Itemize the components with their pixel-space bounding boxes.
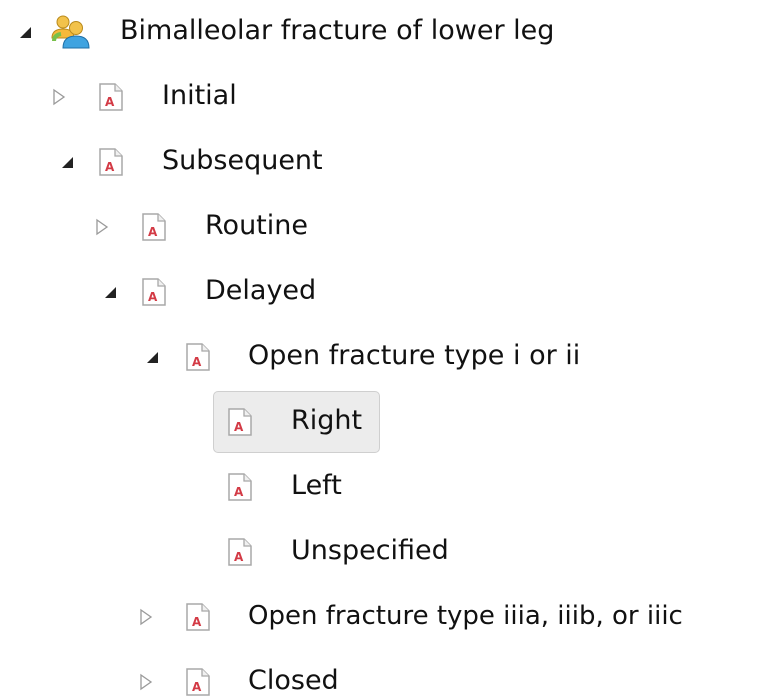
document-a-icon: A xyxy=(226,408,254,436)
tree-node-label: Open fracture type i or ii xyxy=(248,340,581,371)
tree-node-delayed[interactable]: A Delayed xyxy=(0,266,700,318)
svg-text:A: A xyxy=(192,615,202,629)
expanded-arrow-icon[interactable] xyxy=(101,283,119,301)
tree-node-routine[interactable]: A Routine xyxy=(0,201,700,253)
document-a-icon: A xyxy=(184,343,212,371)
tree-node-label: Right xyxy=(291,405,363,436)
svg-text:A: A xyxy=(105,95,115,109)
tree-node-label: Bimalleolar fracture of lower leg xyxy=(120,15,555,46)
svg-text:A: A xyxy=(148,225,158,239)
tree-node-label: Left xyxy=(291,470,342,501)
document-a-icon: A xyxy=(97,148,125,176)
document-a-icon: A xyxy=(184,668,212,696)
document-a-icon: A xyxy=(97,83,125,111)
tree-node-unspecified[interactable]: A Unspecified xyxy=(0,526,700,578)
document-a-icon: A xyxy=(226,538,254,566)
tree-view: Bimalleolar fracture of lower leg A Init… xyxy=(0,0,780,699)
document-a-icon: A xyxy=(226,473,254,501)
svg-text:A: A xyxy=(234,550,244,564)
collapsed-arrow-icon[interactable] xyxy=(137,673,155,691)
tree-node-label: Open fracture type iiia, iiib, or iiic xyxy=(248,601,683,631)
tree-node-label: Initial xyxy=(162,80,237,111)
expanded-arrow-icon[interactable] xyxy=(58,153,76,171)
collapsed-arrow-icon[interactable] xyxy=(50,88,68,106)
svg-text:A: A xyxy=(192,355,202,369)
expanded-arrow-icon[interactable] xyxy=(16,23,34,41)
svg-text:A: A xyxy=(234,485,244,499)
tree-node-label: Routine xyxy=(205,210,308,241)
expanded-arrow-icon[interactable] xyxy=(143,348,161,366)
collapsed-arrow-icon[interactable] xyxy=(93,218,111,236)
tree-node-root[interactable]: Bimalleolar fracture of lower leg xyxy=(0,6,700,58)
tree-node-label: Closed xyxy=(248,665,339,696)
tree-node-closed[interactable]: A Closed xyxy=(0,656,700,699)
document-a-icon: A xyxy=(184,603,212,631)
tree-node-right[interactable]: A Right xyxy=(0,396,700,448)
tree-node-left[interactable]: A Left xyxy=(0,461,700,513)
svg-text:A: A xyxy=(105,160,115,174)
tree-node-open-fracture-i-ii[interactable]: A Open fracture type i or ii xyxy=(0,331,700,383)
user-group-icon xyxy=(50,14,90,50)
svg-text:A: A xyxy=(192,680,202,694)
svg-text:A: A xyxy=(148,290,158,304)
tree-node-open-fracture-iii[interactable]: A Open fracture type iiia, iiib, or iiic xyxy=(0,591,780,643)
tree-node-label: Unspecified xyxy=(291,535,449,566)
tree-node-label: Subsequent xyxy=(162,145,323,176)
tree-node-subsequent[interactable]: A Subsequent xyxy=(0,136,700,188)
document-a-icon: A xyxy=(140,278,168,306)
document-a-icon: A xyxy=(140,213,168,241)
collapsed-arrow-icon[interactable] xyxy=(137,608,155,626)
svg-text:A: A xyxy=(234,420,244,434)
tree-node-initial[interactable]: A Initial xyxy=(0,71,700,123)
tree-node-label: Delayed xyxy=(205,275,317,306)
